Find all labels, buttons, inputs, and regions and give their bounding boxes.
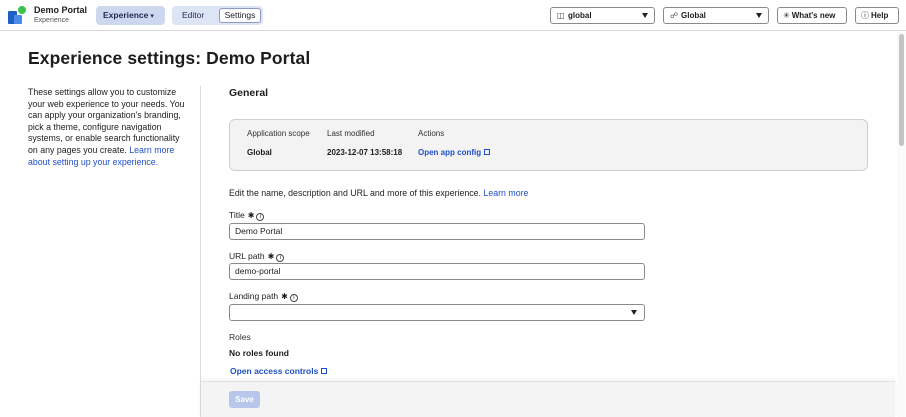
scope-value: Global [247, 148, 272, 157]
footer-bar [201, 381, 895, 417]
app-type: Experience [34, 17, 70, 24]
external-link-icon [484, 149, 491, 155]
title-label: Title ✱ i [229, 210, 265, 221]
scope-icon: ◫ [557, 11, 565, 20]
info-icon[interactable]: i [256, 213, 265, 221]
globe-icon: ☍ [670, 11, 679, 20]
sparkle-icon: ✳ [783, 11, 790, 20]
learn-more-link[interactable]: Learn more [483, 188, 528, 198]
chevron-down-icon [631, 310, 637, 315]
open-access-controls-link[interactable]: Open access controls [230, 366, 328, 376]
help-label: Help [871, 11, 889, 20]
actions-header: Actions [418, 129, 445, 138]
help-button[interactable]: ⓘ Help [855, 7, 899, 24]
whats-new-button[interactable]: ✳ What's new [777, 7, 847, 24]
app-logo-icon [8, 6, 26, 24]
column-divider [200, 86, 201, 417]
global-select-value: Global [681, 11, 706, 20]
experience-menu-label: Experience [103, 10, 149, 20]
landing-path-label-text: Landing path [229, 291, 279, 301]
global-select[interactable]: ☍ Global [663, 7, 769, 24]
tab-settings[interactable]: Settings [219, 8, 261, 23]
page-title: Experience settings: Demo Portal [28, 48, 311, 68]
chevron-down-icon [642, 13, 648, 18]
general-intro: Edit the name, description and URL and m… [229, 188, 528, 198]
tab-editor[interactable]: Editor [182, 6, 204, 25]
scope-select[interactable]: ◫ global [550, 7, 655, 24]
landing-path-select[interactable] [229, 304, 645, 321]
page-description: These settings allow you to customize yo… [28, 87, 188, 168]
scope-header: Application scope [247, 129, 310, 138]
asterisk-icon: ✱ [247, 211, 255, 220]
modified-value: 2023-12-07 13:58:18 [327, 148, 403, 157]
open-app-config-link[interactable]: Open app config [418, 148, 491, 157]
open-app-config-label: Open app config [418, 148, 482, 157]
whats-new-label: What's new [791, 11, 836, 20]
open-access-controls-label: Open access controls [230, 366, 319, 376]
roles-label: Roles [229, 332, 251, 342]
scope-select-value: global [568, 11, 592, 20]
asterisk-icon: ✱ [281, 292, 288, 301]
url-path-label-text: URL path [229, 251, 265, 261]
title-input[interactable]: Demo Portal [229, 223, 645, 240]
info-icon[interactable]: i [276, 254, 285, 262]
top-bar: Demo Portal Experience Experience ▾ Edito… [0, 0, 906, 31]
info-icon[interactable]: i [289, 294, 298, 302]
mode-switcher: Editor Settings [172, 6, 263, 25]
roles-value: No roles found [229, 348, 289, 358]
external-link-icon [321, 368, 328, 374]
save-button[interactable]: Save [229, 391, 260, 408]
url-path-input[interactable]: demo-portal [229, 263, 645, 280]
asterisk-icon: ✱ [267, 252, 275, 261]
title-label-text: Title [229, 210, 245, 220]
modified-header: Last modified [327, 129, 375, 138]
landing-path-label: Landing path ✱ i [229, 291, 298, 302]
chevron-down-icon [756, 13, 762, 18]
app-name: Demo Portal [34, 5, 88, 15]
general-section-title: General [229, 87, 269, 99]
url-path-label: URL path ✱ i [229, 251, 285, 262]
help-icon: ⓘ [861, 11, 869, 20]
experience-menu-button[interactable]: Experience ▾ [96, 6, 165, 25]
scrollbar-thumb[interactable] [899, 34, 904, 146]
app-info-card: Application scope Last modified Actions … [229, 119, 868, 171]
chevron-down-icon: ▾ [150, 13, 154, 20]
intro-text: Edit the name, description and URL and m… [229, 188, 481, 198]
